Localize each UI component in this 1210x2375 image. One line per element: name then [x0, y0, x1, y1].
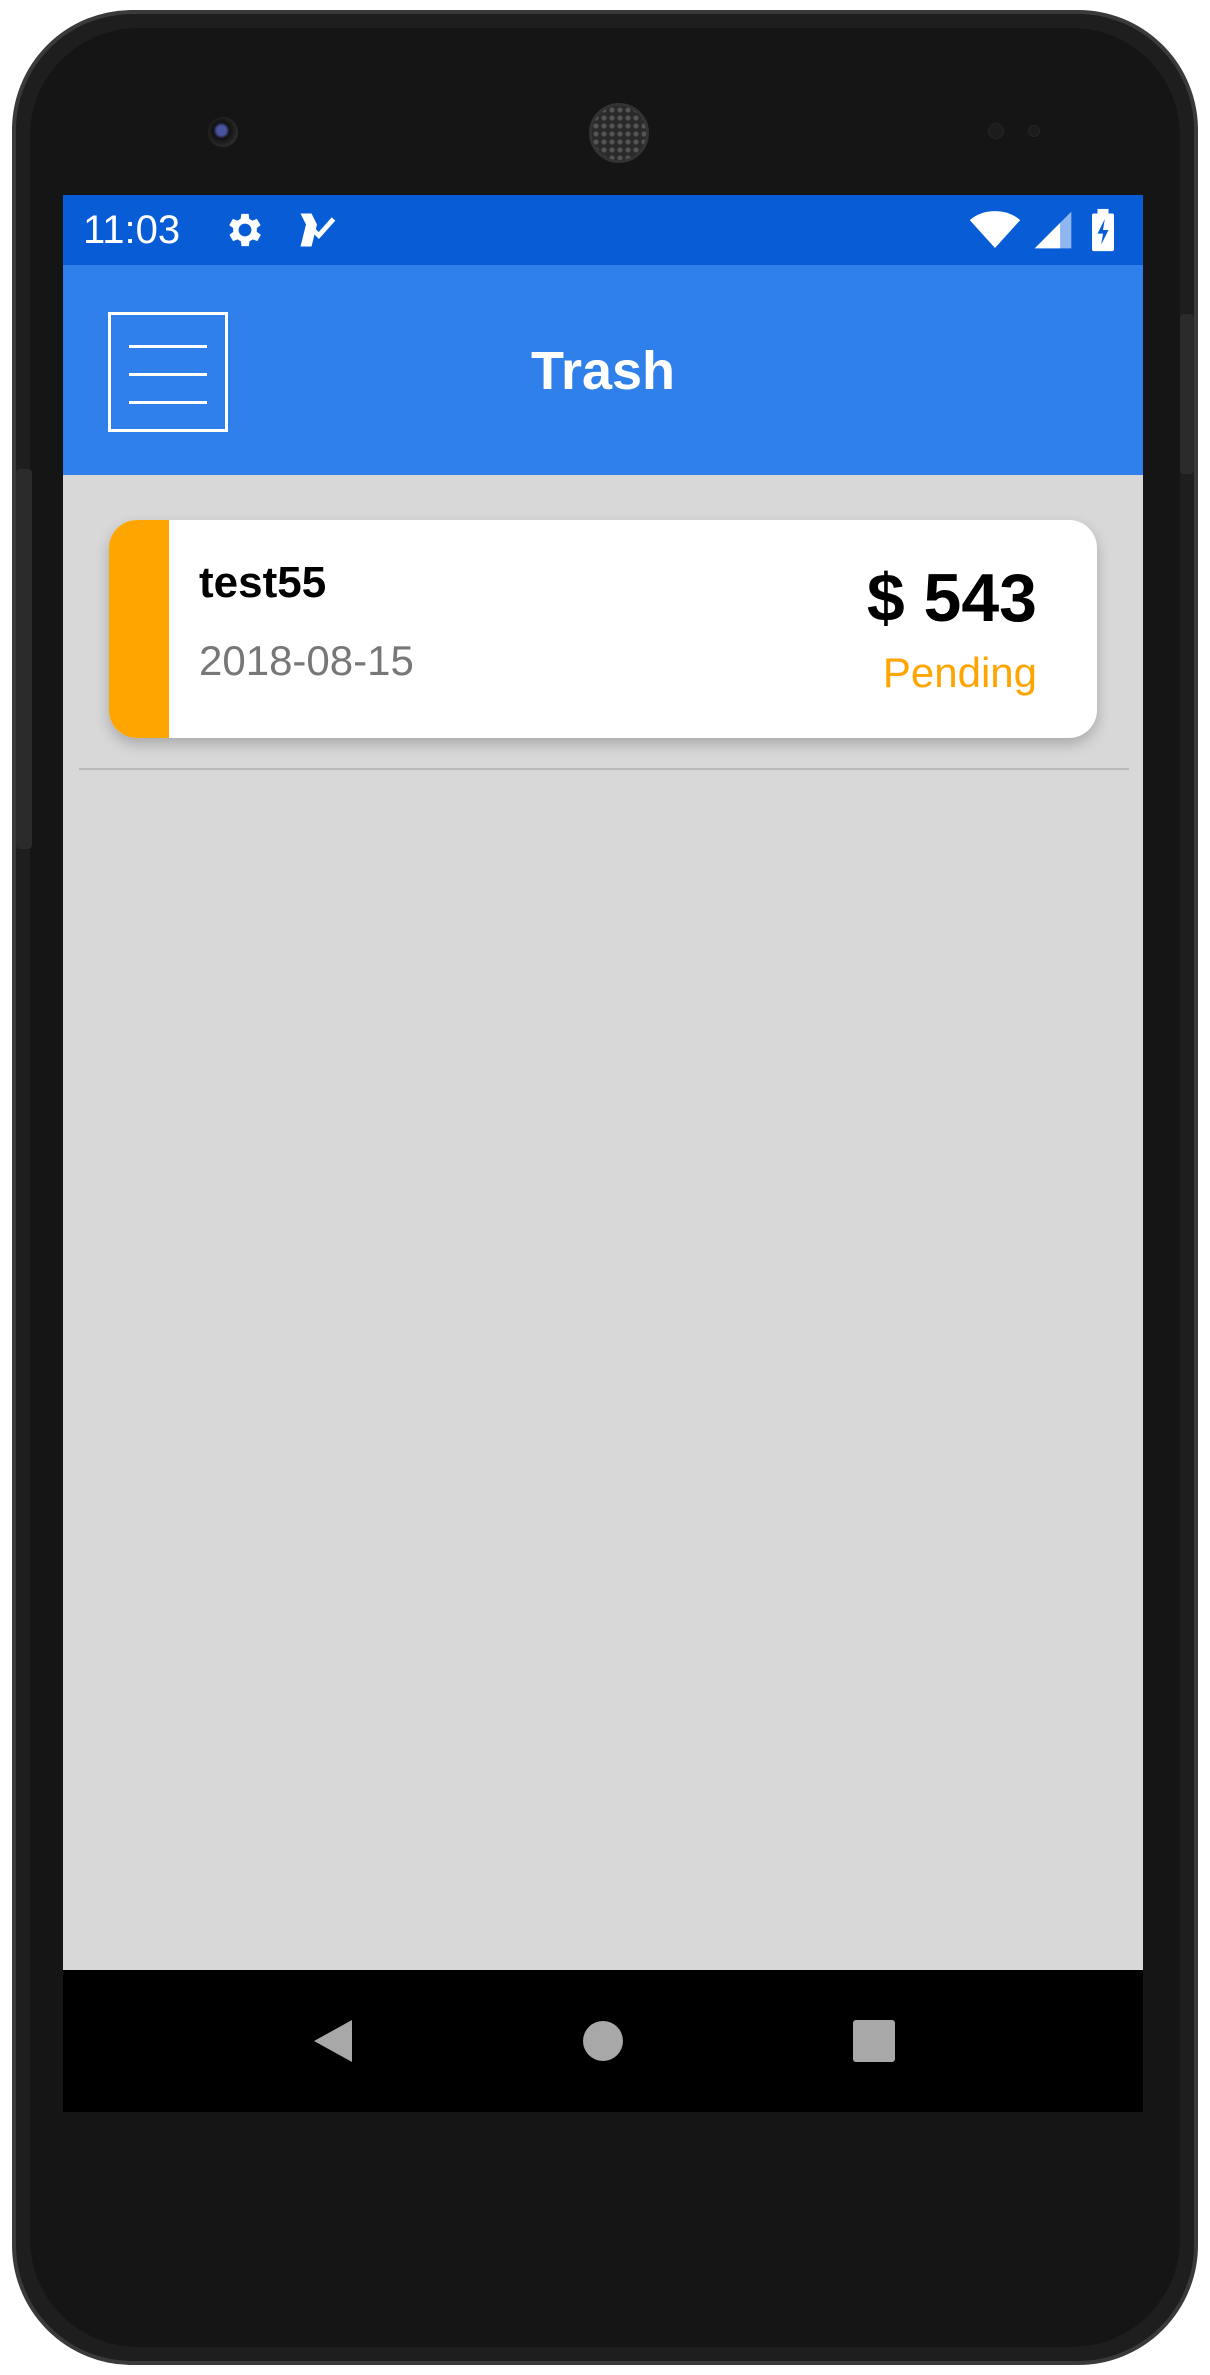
recents-icon[interactable] — [849, 2016, 899, 2066]
screen: 11:03 Trash test55 2018-08-15 $ 543 Pend… — [63, 195, 1143, 2112]
gear-icon — [229, 213, 261, 247]
system-nav-bar — [63, 1970, 1143, 2112]
item-amount: $ 543 — [866, 560, 1037, 636]
list-divider — [79, 768, 1129, 770]
status-accent-bar — [109, 520, 169, 738]
item-name: test55 — [199, 558, 327, 607]
light-sensor — [1028, 125, 1040, 137]
wifi-icon — [969, 211, 1021, 248]
task-check-icon — [300, 213, 336, 247]
home-icon[interactable] — [578, 2016, 628, 2066]
volume-button — [16, 469, 32, 849]
status-time: 11:03 — [83, 208, 181, 252]
status-bar: 11:03 — [63, 195, 1143, 265]
earpiece-speaker — [589, 103, 649, 163]
battery-charging-icon — [1092, 208, 1114, 252]
app-bar: Trash — [63, 265, 1143, 475]
power-button — [1180, 314, 1194, 474]
back-icon[interactable] — [308, 2016, 358, 2066]
item-date: 2018-08-15 — [199, 637, 414, 684]
page-title: Trash — [530, 341, 676, 401]
status-badge: Pending — [882, 649, 1037, 696]
front-camera — [208, 117, 238, 147]
proximity-sensor — [988, 123, 1004, 139]
menu-line — [129, 401, 207, 404]
cell-signal-icon — [1034, 211, 1072, 249]
list-item[interactable]: test55 2018-08-15 $ 543 Pending — [109, 520, 1097, 738]
